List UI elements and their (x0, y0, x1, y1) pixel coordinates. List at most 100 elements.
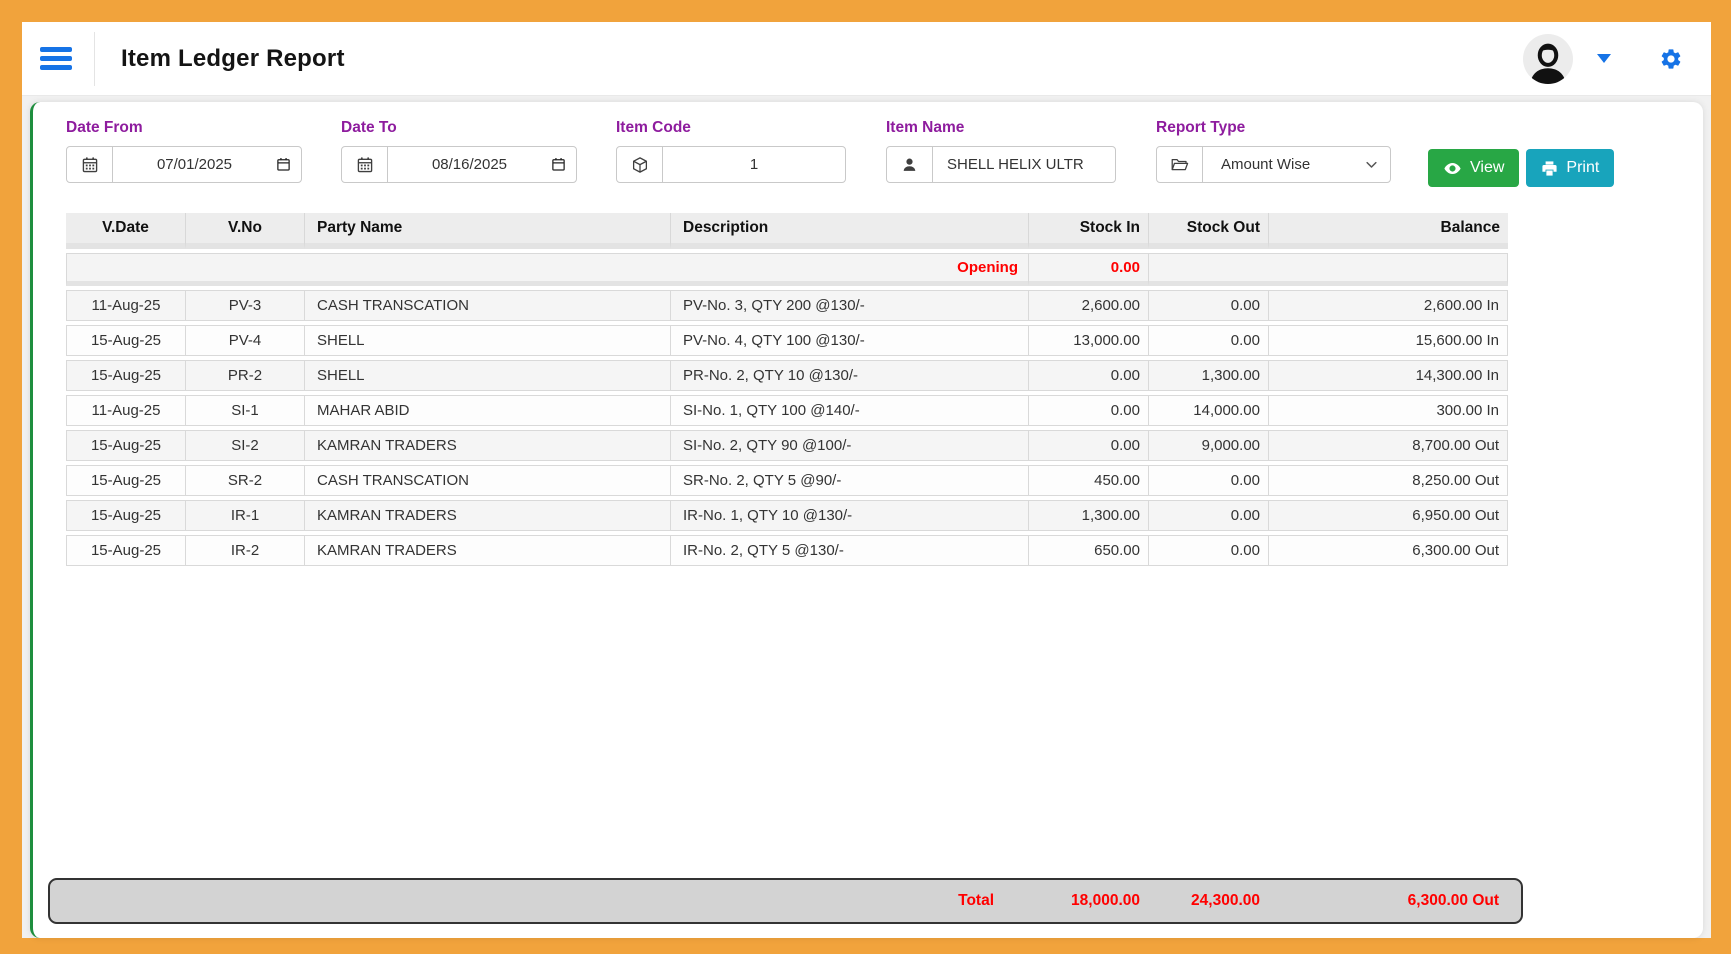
cell-vdate: 11-Aug-25 (66, 395, 186, 426)
cell-stock-in: 0.00 (1029, 430, 1149, 461)
report-type-label: Report Type (1156, 119, 1391, 137)
folder-open-icon (1157, 147, 1203, 182)
cell-stock-out: 9,000.00 (1149, 430, 1269, 461)
table-row[interactable]: 15-Aug-25 IR-2 KAMRAN TRADERS IR-No. 2, … (66, 535, 1508, 566)
cell-balance: 300.00 In (1269, 395, 1508, 426)
report-type-value: Amount Wise (1203, 156, 1364, 173)
cell-party-name: KAMRAN TRADERS (305, 430, 671, 461)
col-stock-out: Stock Out (1149, 213, 1269, 249)
cell-vno: SI-2 (186, 430, 305, 461)
filter-date-to: Date To 08/16/2025 (341, 119, 577, 183)
cell-stock-out: 0.00 (1149, 290, 1269, 321)
cell-party-name: KAMRAN TRADERS (305, 500, 671, 531)
cube-icon (617, 147, 663, 182)
cell-vdate: 15-Aug-25 (66, 465, 186, 496)
cell-stock-in: 1,300.00 (1029, 500, 1149, 531)
cell-description: PV-No. 3, QTY 200 @130/- (671, 290, 1029, 321)
cell-party-name: KAMRAN TRADERS (305, 535, 671, 566)
person-icon (887, 147, 933, 182)
cell-description: SI-No. 1, QTY 100 @140/- (671, 395, 1029, 426)
col-balance: Balance (1269, 213, 1508, 249)
view-button-label: View (1470, 159, 1504, 177)
cell-party-name: CASH TRANSCATION (305, 465, 671, 496)
divider (94, 32, 95, 86)
date-from-label: Date From (66, 119, 302, 137)
total-bar: Total 18,000.00 24,300.00 6,300.00 Out (48, 878, 1523, 924)
opening-row: Opening 0.00 (66, 253, 1508, 286)
avatar-icon (1525, 38, 1571, 84)
cell-stock-out: 0.00 (1149, 500, 1269, 531)
table-row[interactable]: 15-Aug-25 SR-2 CASH TRANSCATION SR-No. 2… (66, 465, 1508, 496)
cell-balance: 8,250.00 Out (1269, 465, 1508, 496)
cell-party-name: CASH TRANSCATION (305, 290, 671, 321)
cell-balance: 14,300.00 In (1269, 360, 1508, 391)
calendar-icon (67, 147, 113, 182)
cell-stock-out: 0.00 (1149, 535, 1269, 566)
item-name-label: Item Name (886, 119, 1116, 137)
app-window: Item Ledger Report (22, 22, 1711, 938)
item-code-label: Item Code (616, 119, 846, 137)
cell-vdate: 11-Aug-25 (66, 290, 186, 321)
date-to-input[interactable]: 08/16/2025 (341, 146, 577, 183)
date-to-label: Date To (341, 119, 577, 137)
col-vno: V.No (186, 213, 305, 249)
cell-description: IR-No. 1, QTY 10 @130/- (671, 500, 1029, 531)
cell-stock-in: 650.00 (1029, 535, 1149, 566)
date-from-input[interactable]: 07/01/2025 (66, 146, 302, 183)
cell-stock-in: 2,600.00 (1029, 290, 1149, 321)
cell-vdate: 15-Aug-25 (66, 360, 186, 391)
view-button[interactable]: View (1428, 149, 1519, 187)
filter-bar: Date From 07/01/2025 Date To (33, 102, 1703, 187)
page-title: Item Ledger Report (121, 45, 345, 73)
top-bar: Item Ledger Report (22, 22, 1711, 96)
date-picker-icon[interactable] (551, 157, 566, 172)
table-row[interactable]: 15-Aug-25 IR-1 KAMRAN TRADERS IR-No. 1, … (66, 500, 1508, 531)
ledger-rows: Opening 0.00 11-Aug-25 PV-3 CASH TRANSCA… (66, 253, 1508, 566)
date-from-value[interactable]: 07/01/2025 (113, 156, 276, 173)
report-type-select[interactable]: Amount Wise (1156, 146, 1391, 183)
cell-vno: IR-1 (186, 500, 305, 531)
cell-vdate: 15-Aug-25 (66, 535, 186, 566)
col-description: Description (671, 213, 1029, 249)
cell-stock-in: 0.00 (1029, 395, 1149, 426)
cell-stock-in: 450.00 (1029, 465, 1149, 496)
col-vdate: V.Date (66, 213, 186, 249)
avatar[interactable] (1523, 34, 1573, 84)
cell-vno: SR-2 (186, 465, 305, 496)
gear-icon[interactable] (1659, 47, 1683, 71)
cell-vdate: 15-Aug-25 (66, 500, 186, 531)
total-stock-in: 18,000.00 (1028, 892, 1148, 910)
item-code-input[interactable]: 1 (616, 146, 846, 183)
item-name-input[interactable]: SHELL HELIX ULTR (886, 146, 1116, 183)
opening-empty-cell (1149, 253, 1508, 286)
print-button[interactable]: Print (1526, 149, 1614, 187)
table-row[interactable]: 15-Aug-25 SI-2 KAMRAN TRADERS SI-No. 2, … (66, 430, 1508, 461)
cell-balance: 8,700.00 Out (1269, 430, 1508, 461)
table-row[interactable]: 15-Aug-25 PR-2 SHELL PR-No. 2, QTY 10 @1… (66, 360, 1508, 391)
date-to-value[interactable]: 08/16/2025 (388, 156, 551, 173)
cell-stock-out: 0.00 (1149, 465, 1269, 496)
printer-icon (1541, 160, 1558, 177)
col-party-name: Party Name (305, 213, 671, 249)
cell-vno: PV-4 (186, 325, 305, 356)
opening-label: Opening (66, 253, 1029, 286)
filter-date-from: Date From 07/01/2025 (66, 119, 302, 183)
hamburger-menu-icon[interactable] (40, 47, 72, 70)
filter-actions: View Print (1428, 149, 1614, 187)
cell-description: PR-No. 2, QTY 10 @130/- (671, 360, 1029, 391)
cell-stock-out: 0.00 (1149, 325, 1269, 356)
cell-description: IR-No. 2, QTY 5 @130/- (671, 535, 1029, 566)
date-picker-icon[interactable] (276, 157, 291, 172)
item-code-value[interactable]: 1 (663, 156, 845, 173)
table-row[interactable]: 11-Aug-25 SI-1 MAHAR ABID SI-No. 1, QTY … (66, 395, 1508, 426)
total-label: Total (50, 892, 1028, 910)
item-name-value[interactable]: SHELL HELIX ULTR (933, 156, 1115, 173)
report-card: Date From 07/01/2025 Date To (30, 102, 1703, 938)
table-row[interactable]: 11-Aug-25 PV-3 CASH TRANSCATION PV-No. 3… (66, 290, 1508, 321)
cell-vno: IR-2 (186, 535, 305, 566)
table-row[interactable]: 15-Aug-25 PV-4 SHELL PV-No. 4, QTY 100 @… (66, 325, 1508, 356)
caret-down-icon[interactable] (1597, 54, 1611, 63)
filter-item-name: Item Name SHELL HELIX ULTR (886, 119, 1116, 183)
table-header-row: V.Date V.No Party Name Description Stock… (66, 213, 1508, 249)
window-frame: Item Ledger Report (0, 0, 1731, 954)
